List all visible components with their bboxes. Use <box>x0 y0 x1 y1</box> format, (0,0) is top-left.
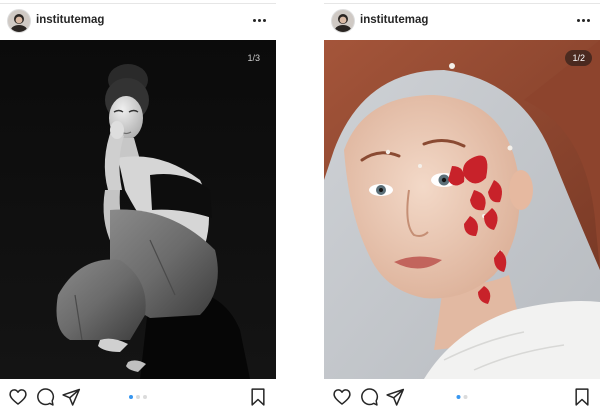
username[interactable]: institutemag <box>36 14 104 26</box>
action-bar <box>0 383 276 413</box>
more-icon[interactable] <box>248 11 270 29</box>
bookmark-icon[interactable] <box>572 387 592 407</box>
post-image[interactable]: 1/3 <box>0 40 276 379</box>
action-bar <box>324 383 600 413</box>
carousel-dot-active <box>129 395 133 399</box>
carousel-dot <box>463 395 468 399</box>
post-card-2: institutemag 1/2 <box>324 0 600 417</box>
carousel-dot <box>143 395 147 399</box>
heart-icon[interactable] <box>332 387 352 407</box>
username[interactable]: institutemag <box>360 14 428 26</box>
heart-icon[interactable] <box>8 387 28 407</box>
more-icon[interactable] <box>572 11 594 29</box>
comment-icon[interactable] <box>359 387 379 407</box>
carousel-indicator <box>129 395 147 399</box>
post-image[interactable]: 1/2 <box>324 40 600 379</box>
carousel-counter: 1/3 <box>247 53 260 63</box>
avatar[interactable] <box>332 10 354 32</box>
post-header: institutemag <box>0 6 276 36</box>
comment-icon[interactable] <box>35 387 55 407</box>
carousel-indicator <box>456 395 468 399</box>
divider <box>324 3 600 4</box>
divider <box>0 3 276 4</box>
carousel-dot-active <box>456 395 461 399</box>
post-header: institutemag <box>324 6 600 36</box>
avatar[interactable] <box>8 10 30 32</box>
carousel-counter: 1/2 <box>565 50 592 66</box>
post-card-1: institutemag 1/3 <box>0 0 276 417</box>
carousel-dot <box>136 395 140 399</box>
bookmark-icon[interactable] <box>248 387 268 407</box>
share-icon[interactable] <box>385 387 405 407</box>
share-icon[interactable] <box>61 387 81 407</box>
